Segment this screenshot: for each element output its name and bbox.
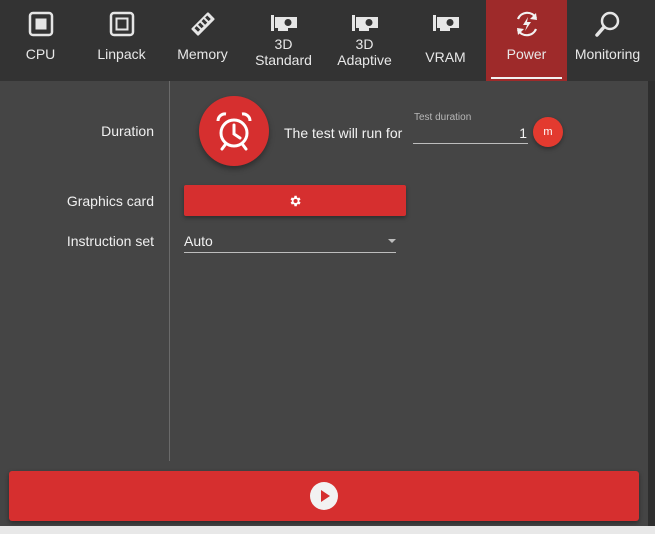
graphics-card-icon xyxy=(270,12,298,34)
linpack-icon xyxy=(109,9,135,39)
tab-label: VRAM xyxy=(425,49,466,65)
start-test-button[interactable] xyxy=(9,471,639,521)
tab-3d-adaptive[interactable]: 3D Adaptive xyxy=(324,0,405,81)
instruction-set-select[interactable]: Auto xyxy=(184,229,396,253)
instruction-set-value: Auto xyxy=(184,233,213,249)
tab-label: Monitoring xyxy=(574,46,641,62)
play-icon xyxy=(310,482,338,510)
graphics-card-label: Graphics card xyxy=(66,193,154,209)
memory-icon xyxy=(189,9,217,39)
tab-label: 3D Standard xyxy=(255,36,312,68)
tab-label: 3D Adaptive xyxy=(337,36,392,68)
tab-monitoring[interactable]: Monitoring xyxy=(567,0,648,81)
scrollbar-track xyxy=(648,81,655,526)
column-divider xyxy=(169,81,170,461)
graphics-card-settings-button[interactable] xyxy=(184,185,406,216)
tab-cpu[interactable]: CPU xyxy=(0,0,81,81)
tab-label: Power xyxy=(506,46,547,62)
duration-unit-button[interactable]: m xyxy=(533,117,563,147)
tab-power[interactable]: Power xyxy=(486,0,567,81)
cpu-icon xyxy=(28,9,54,39)
tab-vram[interactable]: VRAM xyxy=(405,0,486,81)
duration-description: The test will run for xyxy=(284,125,403,141)
duration-preset-button[interactable] xyxy=(199,96,269,166)
duration-label: Duration xyxy=(101,123,154,139)
chevron-down-icon xyxy=(388,239,396,243)
tab-label: CPU xyxy=(25,46,56,62)
magnifier-icon xyxy=(593,9,623,39)
tab-label: Memory xyxy=(177,46,228,62)
tab-label: Linpack xyxy=(97,46,146,62)
tab-bar: CPU Linpack Memory 3D Standard 3D Adapti… xyxy=(0,0,655,81)
duration-input[interactable] xyxy=(413,122,528,144)
background-window-strip xyxy=(0,526,655,534)
tab-memory[interactable]: Memory xyxy=(162,0,243,81)
tab-linpack[interactable]: Linpack xyxy=(81,0,162,81)
power-icon xyxy=(512,9,542,39)
tab-3d-standard[interactable]: 3D Standard xyxy=(243,0,324,81)
gear-icon xyxy=(290,195,301,206)
instruction-set-label: Instruction set xyxy=(66,233,154,249)
alarm-clock-icon xyxy=(216,112,252,151)
graphics-card-icon xyxy=(351,12,379,34)
graphics-card-icon xyxy=(432,12,460,34)
